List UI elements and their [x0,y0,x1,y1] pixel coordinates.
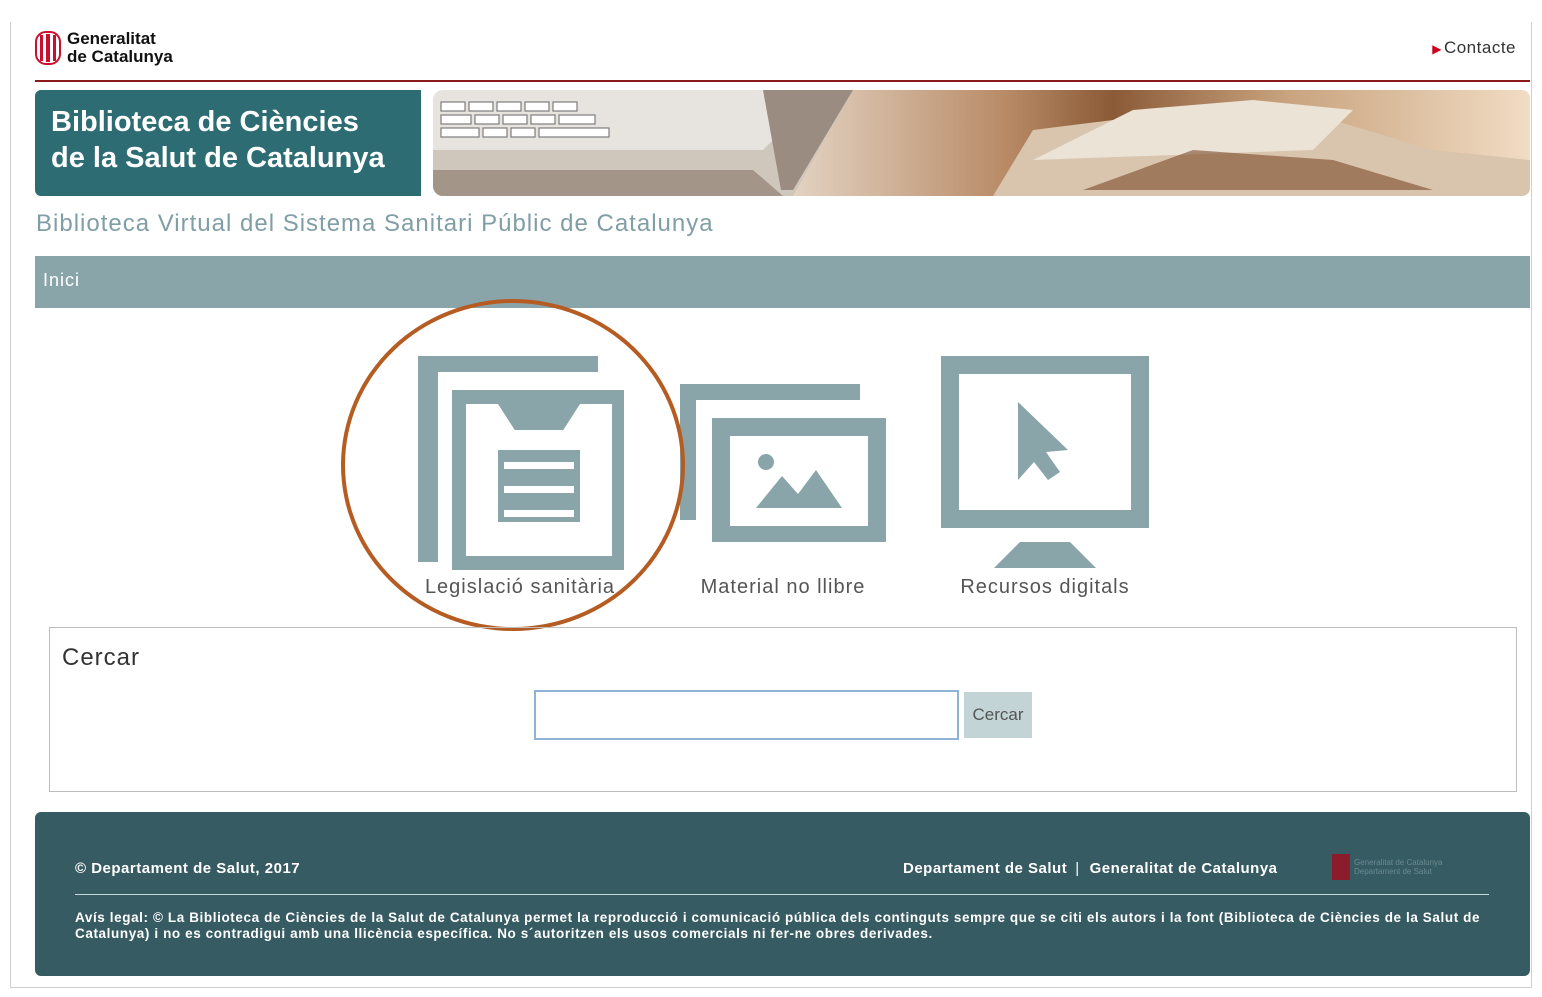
footer-link-departament[interactable]: Departament de Salut [903,860,1067,877]
image-icon [680,384,886,542]
footer-copyright: © Departament de Salut, 2017 [75,860,301,877]
tile-legislacio-sanitaria[interactable]: Legislació sanitària [410,352,630,602]
contact-label: Contacte [1443,38,1516,57]
footer-divider [75,894,1489,895]
banner-title-line2: de la Salut de Catalunya [51,142,385,174]
gov-name-line1: Generalitat [67,29,156,48]
footer-links: Departament de Salut | Generalitat de Ca… [903,860,1278,877]
generalitat-emblem-icon [35,31,61,65]
tile-label: Recursos digitals [960,576,1130,598]
contact-link[interactable]: ▶ Contacte [1432,38,1516,58]
footer-logo-text: Generalitat de Catalunya Departament de … [1354,858,1443,876]
nav-home-link[interactable]: Inici [43,270,80,291]
footer-separator: | [1075,860,1080,877]
banner-photo [433,90,1530,196]
top-bar: Generalitat de Catalunya ▶ Contacte [35,28,1530,82]
breadcrumb-bar: Inici [35,256,1530,308]
library-banner[interactable]: Biblioteca de Ciències de la Salut de Ca… [35,90,1530,196]
legal-text: © La Biblioteca de Ciències de la Salut … [75,910,1481,941]
search-panel: Cercar Cercar [49,627,1517,792]
search-button[interactable]: Cercar [964,692,1032,738]
footer: © Departament de Salut, 2017 Departament… [35,812,1530,976]
document-icon [418,356,624,570]
gov-name-line2: de Catalunya [67,47,173,66]
generalitat-name: Generalitat de Catalunya [67,30,173,66]
footer-logo-line2: Departament de Salut [1354,867,1432,876]
arrow-right-icon: ▶ [1432,42,1442,56]
site-subtitle: Biblioteca Virtual del Sistema Sanitari … [36,210,714,237]
legal-label: Avís legal: [75,910,149,925]
tile-recursos-digitals[interactable]: Recursos digitals [930,352,1160,602]
legal-notice: Avís legal: © La Biblioteca de Ciències … [75,910,1495,942]
footer-dept-logo[interactable]: Generalitat de Catalunya Departament de … [1332,854,1443,880]
banner-title-line1: Biblioteca de Ciències [51,106,359,138]
tile-label: Material no llibre [700,576,866,598]
monitor-cursor-icon [941,356,1149,568]
footer-logo-line1: Generalitat de Catalunya [1354,858,1443,867]
tile-label: Legislació sanitària [424,576,616,598]
generalitat-emblem-icon [1332,854,1350,880]
search-input[interactable] [534,690,959,740]
search-heading: Cercar [62,644,141,671]
footer-link-generalitat[interactable]: Generalitat de Catalunya [1090,860,1278,877]
tile-material-no-llibre[interactable]: Material no llibre [676,380,890,602]
banner-title: Biblioteca de Ciències de la Salut de Ca… [35,90,421,196]
generalitat-logo[interactable]: Generalitat de Catalunya [35,30,173,66]
